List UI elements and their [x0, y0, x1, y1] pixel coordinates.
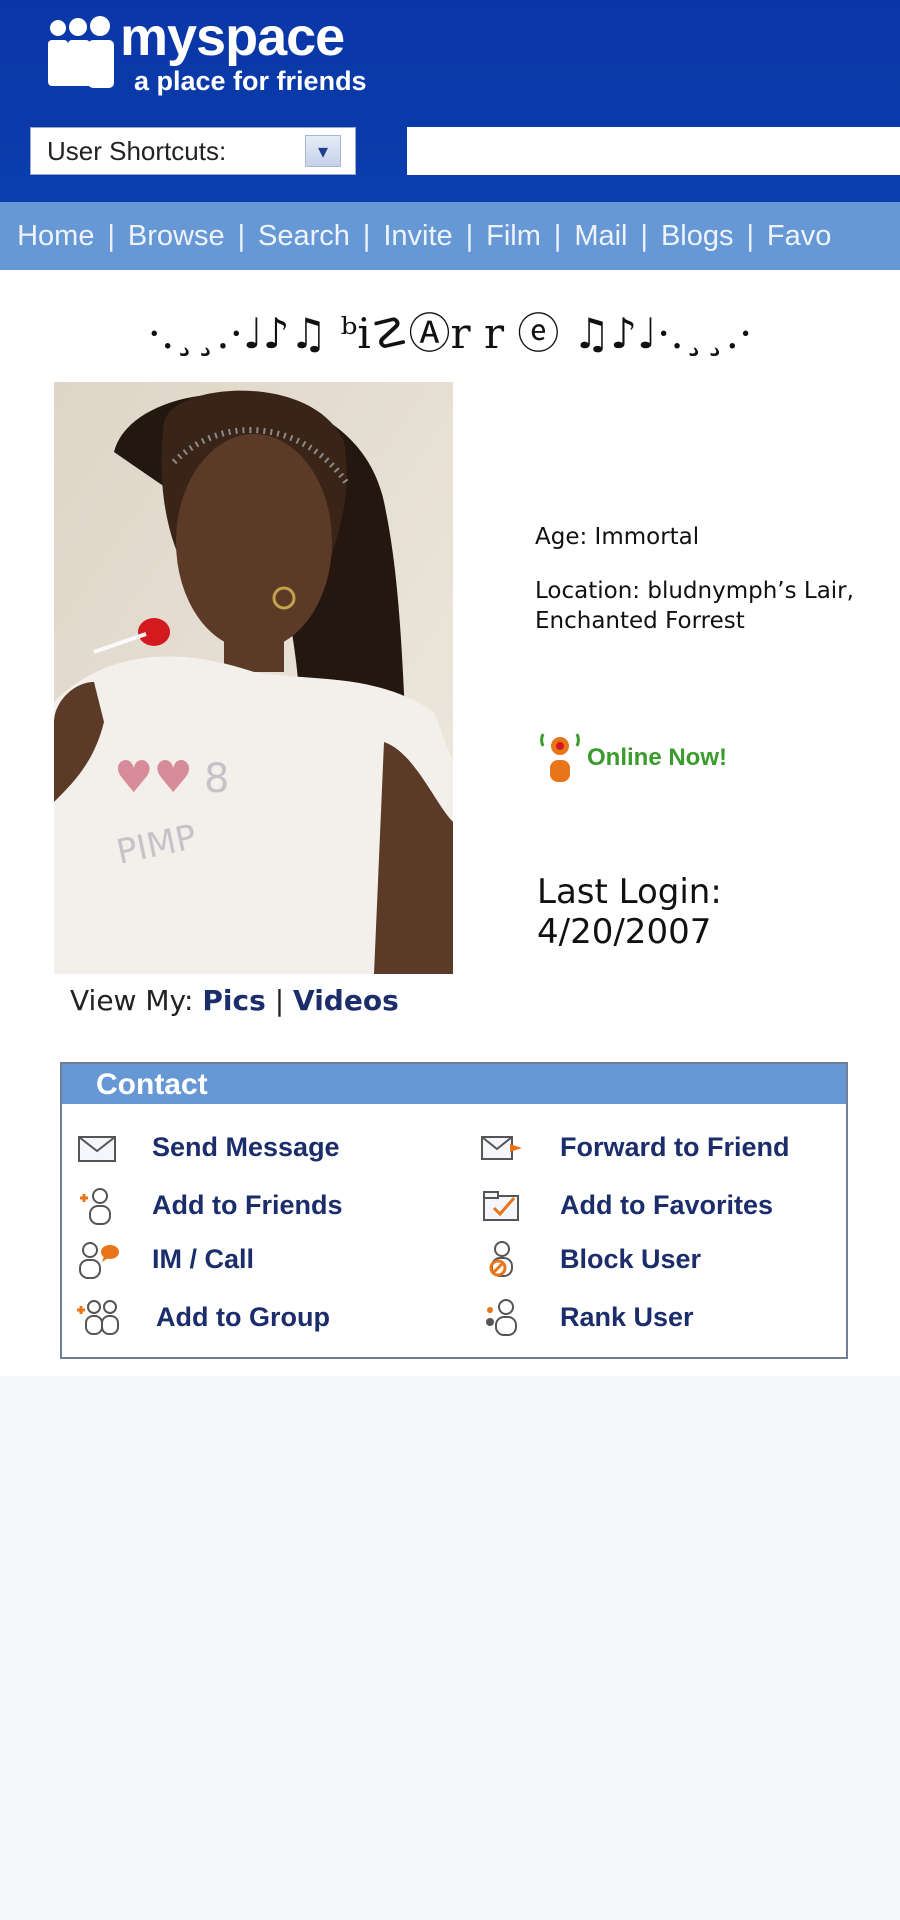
rank-user-icon	[486, 1299, 517, 1336]
view-pics-link[interactable]: Pics	[202, 984, 265, 1017]
profile-photo[interactable]: ♥♥ 8 PIMP	[54, 382, 453, 974]
svg-text:♥♥: ♥♥	[114, 752, 193, 803]
contact-header: Contact	[62, 1064, 846, 1104]
block-user-icon	[489, 1241, 513, 1277]
im-call-label: IM / Call	[152, 1244, 255, 1274]
add-group-icon	[77, 1300, 119, 1335]
site-header: myspace a place for friends User Shortcu…	[0, 0, 900, 202]
nav-separator: |	[361, 219, 372, 252]
block-user-label: Block User	[560, 1244, 702, 1274]
send-message-label: Send Message	[152, 1132, 340, 1162]
profile-display-name: ·.¸¸.·♩♪♫ ᵇi☡Ⓐr r ⓔ ♫♪♩·.¸¸.·	[147, 309, 753, 358]
rank-user-label: Rank User	[560, 1302, 694, 1332]
favorite-folder-icon	[483, 1191, 519, 1221]
nav-favorites[interactable]: Favo	[767, 202, 831, 270]
svg-text:8: 8	[204, 756, 229, 802]
nav-invite[interactable]: Invite	[383, 202, 452, 270]
nav-separator: |	[745, 219, 755, 252]
forward-to-friend-label: Forward to Friend	[560, 1132, 790, 1162]
view-videos-link[interactable]: Videos	[293, 984, 399, 1017]
profile-location: Location: bludnymph’s Lair, Enchanted Fo…	[535, 578, 854, 634]
user-shortcuts-label: User Shortcuts:	[47, 136, 227, 166]
add-to-group-label: Add to Group	[156, 1302, 330, 1332]
nav-search[interactable]: Search	[258, 202, 350, 270]
main-nav: Home | Browse | Search | Invite | Film | Mail | Blog…	[0, 202, 900, 270]
chevron-down-icon[interactable]: ▾	[305, 135, 341, 167]
contact-title: Contact	[96, 1068, 208, 1101]
online-person-icon	[540, 733, 580, 782]
search-input[interactable]	[407, 127, 900, 175]
nav-browse[interactable]: Browse	[128, 202, 225, 270]
profile-age: Age: Immortal	[535, 524, 700, 550]
user-shortcuts-select[interactable]: User Shortcuts: ▾	[30, 127, 356, 175]
view-my-links: View My: Pics | Videos	[70, 984, 399, 1017]
nav-home[interactable]: Home	[17, 202, 94, 270]
nav-separator: |	[552, 219, 563, 252]
im-call-icon	[79, 1242, 119, 1279]
profile-photo-image: ♥♥ 8 PIMP	[54, 382, 453, 974]
nav-separator: |	[639, 219, 649, 252]
nav-film[interactable]: Film	[486, 202, 541, 270]
nav-separator: |	[106, 219, 116, 252]
last-login: Last Login: 4/20/2007	[537, 872, 722, 952]
nav-separator: |	[464, 219, 475, 252]
last-login-date: 4/20/2007	[537, 912, 712, 952]
nav-separator: |	[236, 219, 247, 252]
logo-tagline: a place for friends	[134, 66, 367, 96]
myspace-logo-icon[interactable]	[46, 16, 116, 92]
envelope-icon	[78, 1136, 116, 1162]
add-person-icon	[80, 1188, 111, 1225]
view-my-label: View My:	[70, 984, 194, 1017]
nav-mail[interactable]: Mail	[574, 202, 627, 270]
logo-wordmark[interactable]: myspace	[120, 6, 345, 68]
add-to-friends-label: Add to Friends	[152, 1190, 343, 1220]
view-separator: |	[274, 984, 285, 1017]
nav-blogs[interactable]: Blogs	[661, 202, 734, 270]
contact-box: Contact Send Message Forward to Friend A…	[60, 1062, 848, 1359]
forward-envelope-icon	[481, 1136, 522, 1160]
online-now-label: Online Now!	[587, 744, 727, 771]
last-login-label: Last Login:	[537, 872, 722, 912]
add-to-favorites-label: Add to Favorites	[560, 1190, 774, 1220]
